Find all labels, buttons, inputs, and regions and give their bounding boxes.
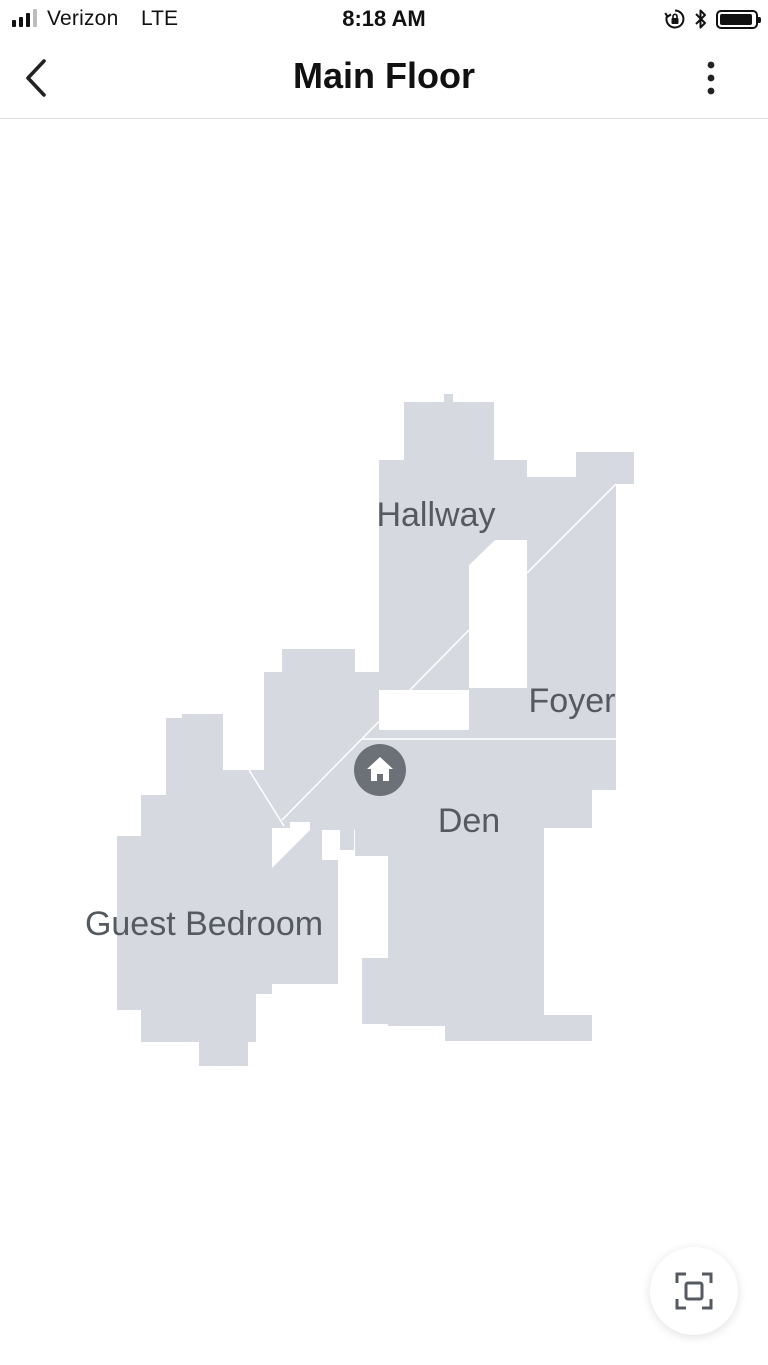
page-title: Main Floor bbox=[293, 55, 475, 96]
bluetooth-icon bbox=[695, 9, 706, 29]
map-area[interactable]: Hallway Foyer Den Guest Bedroom bbox=[0, 120, 768, 1365]
floor-shape bbox=[117, 394, 634, 1066]
status-time: 8:18 AM bbox=[342, 6, 426, 31]
room-label-den[interactable]: Den bbox=[438, 802, 500, 840]
room-label-guest-bedroom[interactable]: Guest Bedroom bbox=[85, 905, 323, 943]
fit-screen-icon bbox=[675, 1272, 713, 1310]
floor-map[interactable]: Hallway Foyer Den Guest Bedroom bbox=[0, 120, 768, 1365]
home-dock-marker[interactable] bbox=[354, 744, 406, 796]
more-vertical-icon bbox=[707, 61, 715, 95]
orientation-lock-icon bbox=[664, 9, 685, 29]
more-options-button[interactable] bbox=[696, 58, 726, 98]
navigation-bar: Main Floor bbox=[0, 40, 768, 119]
app-screen: Verizon LTE 8:18 AM Main Floor Hallway F… bbox=[0, 0, 768, 1365]
battery-icon bbox=[716, 9, 761, 29]
status-bar: Verizon LTE 8:18 AM bbox=[0, 0, 768, 40]
status-icons bbox=[664, 7, 761, 31]
room-label-hallway[interactable]: Hallway bbox=[376, 496, 495, 534]
fit-to-screen-button[interactable] bbox=[650, 1247, 738, 1335]
room-label-foyer[interactable]: Foyer bbox=[529, 682, 616, 720]
